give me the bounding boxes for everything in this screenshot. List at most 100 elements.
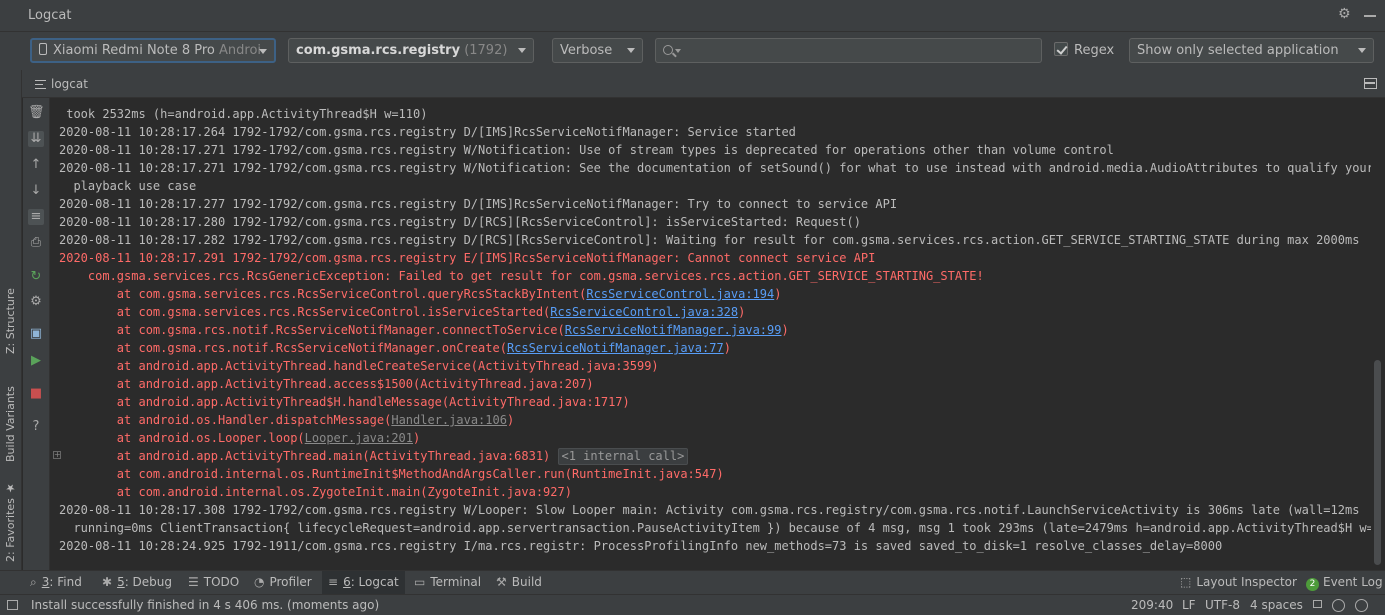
stop-icon[interactable]: ■ — [28, 386, 44, 402]
bottom-tab-todo[interactable]: ☰ TODO — [182, 571, 245, 594]
tab-mnemonic: 6 — [343, 575, 351, 589]
bottom-tab-logcat[interactable]: ≡ 6: Logcat — [322, 571, 405, 594]
regex-checkbox[interactable]: Regex — [1054, 42, 1114, 60]
tab-label: : Find — [49, 575, 82, 589]
layout-toggle-icon[interactable] — [1364, 78, 1377, 89]
chevron-down-icon — [627, 48, 635, 53]
line-separator[interactable]: LF — [1182, 598, 1196, 612]
log-line-text: 2020-08-11 10:28:17.282 1792-1792/com.gs… — [59, 233, 1360, 247]
build-variants-label: Build Variants — [4, 386, 17, 462]
bottom-tab-terminal[interactable]: ▭ Terminal — [408, 571, 487, 594]
log-line: 2020-08-11 10:28:24.925 1792-1911/com.gs… — [59, 537, 1222, 555]
hammer-icon: ⚒ — [496, 575, 507, 589]
screenshot-icon[interactable]: ▣ — [28, 326, 44, 342]
search-input[interactable] — [684, 41, 1034, 60]
indent-setting[interactable]: 4 spaces — [1250, 598, 1303, 612]
log-output[interactable]: took 2532ms (h=android.app.ActivityThrea… — [51, 98, 1371, 570]
layout-inspector-tab[interactable]: ⬚ Layout Inspector — [1174, 571, 1303, 594]
scroll-to-end-icon[interactable]: ⇊ — [28, 131, 44, 147]
trash-icon[interactable]: 🗑 — [28, 105, 45, 121]
logcat-toolbar: Xiaomi Redmi Note 8 Pro Androi com.gsma.… — [0, 32, 1385, 70]
layout-inspector-icon: ⬚ — [1180, 575, 1192, 589]
file-encoding[interactable]: UTF-8 — [1205, 598, 1240, 612]
bottom-tab-find[interactable]: ⌕ 3: Find — [24, 571, 88, 594]
log-line-tail: ) — [413, 431, 421, 445]
log-line-tail: ) — [506, 413, 515, 427]
screen-record-icon[interactable]: ▶ — [28, 353, 44, 369]
log-line: at android.app.ActivityThread.main(Activ… — [59, 447, 689, 465]
tool-windows-toggle-icon[interactable] — [7, 600, 18, 610]
search-icon: ⌕ — [30, 575, 37, 589]
library-source-link[interactable]: Handler.java:106 — [391, 413, 507, 427]
logcat-actions: 🗑 ⇊ ↑ ↓ ≡ ⎙ ↻ ⚙ ▣ ▶ ■ ? — [23, 98, 50, 570]
log-line: running=0ms ClientTransaction{ lifecycle… — [59, 519, 1371, 537]
arrow-up-icon[interactable]: ↑ — [28, 157, 44, 173]
vertical-scrollbar[interactable] — [1371, 98, 1385, 570]
filter-dropdown[interactable]: Show only selected application — [1129, 38, 1374, 63]
gear-icon[interactable]: ⚙ — [1338, 7, 1352, 21]
log-line: 2020-08-11 10:28:17.282 1792-1792/com.gs… — [59, 231, 1359, 249]
minimize-icon[interactable] — [1364, 15, 1376, 17]
log-line-text: at com.gsma.services.rcs.RcsServiceContr… — [59, 287, 587, 301]
tool-window-header: Logcat ⚙ — [0, 0, 1385, 32]
source-link[interactable]: RcsServiceControl.java:194 — [586, 287, 774, 301]
scrollbar-thumb[interactable] — [1374, 360, 1381, 565]
settings-icon[interactable]: ⚙ — [28, 294, 44, 310]
structure-tab[interactable]: Z: Structure — [2, 274, 20, 354]
device-dropdown[interactable]: Xiaomi Redmi Note 8 Pro Androi — [30, 38, 276, 63]
log-line-tail: ) — [774, 287, 782, 301]
list-icon: ☰ — [188, 575, 199, 589]
lock-icon[interactable] — [1313, 600, 1322, 608]
library-source-link[interactable]: Looper.java:201 — [305, 431, 413, 445]
process-pid: (1792) — [464, 43, 508, 58]
bottom-tab-debug[interactable]: ✱ 5: Debug — [96, 571, 178, 594]
search-history-icon[interactable] — [675, 49, 681, 53]
source-link[interactable]: RcsServiceNotifManager.java:99 — [565, 323, 782, 337]
log-line-text: at android.os.Handler.dispatchMessage( — [59, 413, 392, 427]
caret-position[interactable]: 209:40 — [1131, 598, 1173, 612]
log-line-text: 2020-08-11 10:28:17.271 1792-1792/com.gs… — [59, 161, 1371, 175]
build-variants-tab[interactable]: Build Variants — [2, 370, 20, 462]
status-message[interactable]: Install successfully finished in 4 s 406… — [31, 598, 379, 612]
log-line: at android.os.Looper.loop(Looper.java:20… — [59, 429, 420, 447]
tab-label: Profiler — [269, 575, 312, 589]
bottom-tab-build[interactable]: ⚒ Build — [490, 571, 548, 594]
log-line: took 2532ms (h=android.app.ActivityThrea… — [59, 105, 427, 123]
folded-calls[interactable]: <1 internal call> — [557, 448, 689, 465]
gauge-icon: ◔ — [254, 575, 265, 589]
bottom-tab-profiler[interactable]: ◔ Profiler — [248, 571, 318, 594]
event-log-tab[interactable]: 2 Event Log — [1300, 571, 1385, 594]
source-link[interactable]: RcsServiceControl.java:328 — [550, 305, 738, 319]
log-line: at android.os.Handler.dispatchMessage(Ha… — [59, 411, 514, 429]
log-line-text: 2020-08-11 10:28:17.271 1792-1792/com.gs… — [59, 143, 1114, 157]
search-field[interactable] — [655, 38, 1042, 63]
log-line: at android.app.ActivityThread.access$150… — [59, 375, 594, 393]
checkbox-checked-icon[interactable] — [1054, 42, 1068, 56]
log-line-text: at android.app.ActivityThread.access$150… — [59, 377, 594, 391]
logcat-lines-icon — [35, 80, 46, 89]
log-line: at com.gsma.services.rcs.RcsServiceContr… — [59, 285, 782, 303]
fold-toggle-icon[interactable]: + — [53, 451, 61, 459]
tab-label: : Logcat — [350, 575, 399, 589]
smiley-icon[interactable] — [1332, 599, 1345, 612]
log-line-text: at android.app.ActivityThread.main(Activ… — [59, 449, 558, 463]
event-count-badge: 2 — [1306, 578, 1319, 591]
bug-icon: ✱ — [102, 575, 113, 589]
logcat-icon: ≡ — [328, 575, 339, 589]
arrow-down-icon[interactable]: ↓ — [28, 183, 44, 199]
chevron-down-icon — [1358, 48, 1366, 53]
print-icon[interactable]: ⎙ — [28, 235, 44, 251]
process-dropdown[interactable]: com.gsma.rcs.registry (1792) — [288, 38, 534, 63]
help-icon[interactable]: ? — [28, 419, 44, 435]
inspector-face-icon[interactable] — [1355, 599, 1368, 612]
soft-wrap-icon[interactable]: ≡ — [28, 209, 44, 225]
log-line: 2020-08-11 10:28:17.308 1792-1792/com.gs… — [59, 501, 1359, 519]
log-line-text: 2020-08-11 10:28:24.925 1792-1911/com.gs… — [59, 539, 1223, 553]
restart-icon[interactable]: ↻ — [28, 269, 44, 285]
log-level-dropdown[interactable]: Verbose — [552, 38, 643, 63]
tab-label: Build — [511, 575, 542, 589]
logcat-tab-label[interactable]: logcat — [51, 77, 88, 91]
favorites-tab[interactable]: 2: Favorites ★ — [2, 480, 20, 562]
search-icon[interactable] — [663, 45, 673, 55]
source-link[interactable]: RcsServiceNotifManager.java:77 — [507, 341, 724, 355]
